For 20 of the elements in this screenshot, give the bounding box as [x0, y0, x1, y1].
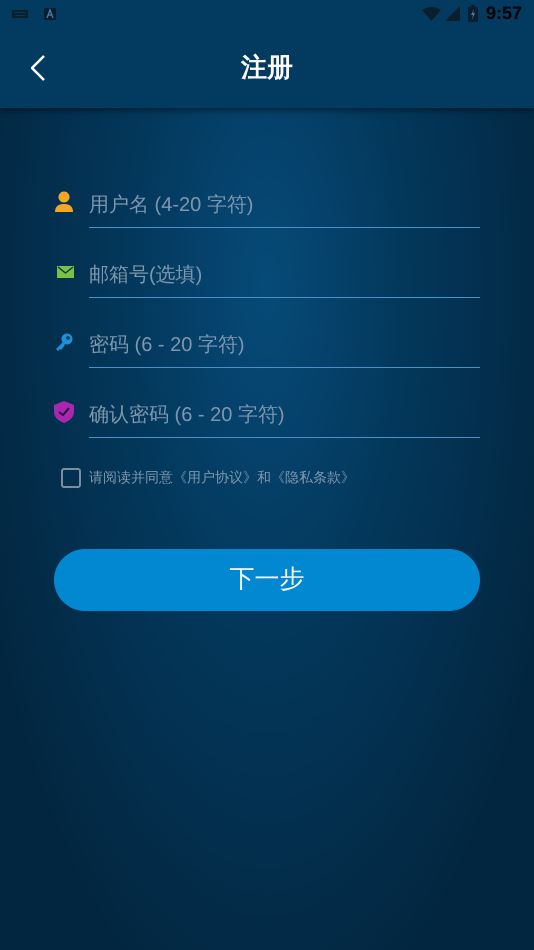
shield-check-icon: [54, 401, 74, 423]
agreement-checkbox[interactable]: [61, 468, 81, 488]
back-icon: [31, 55, 45, 81]
wifi-icon: [422, 6, 441, 20]
text-field[interactable]: 邮箱号(选填): [89, 254, 480, 298]
keyboard-icon: [12, 10, 28, 18]
user-icon: [54, 191, 74, 213]
app-notification-icon: [44, 8, 56, 20]
back-button[interactable]: [28, 53, 48, 83]
status-time: 9:57: [486, 2, 522, 25]
text-field[interactable]: 用户名 (4-20 字符): [89, 184, 480, 228]
page-title: 注册: [241, 51, 293, 84]
envelope-icon: [57, 266, 74, 278]
next-button[interactable]: 下一步: [54, 549, 480, 611]
signal-icon: [444, 6, 460, 21]
key-icon: [54, 332, 74, 352]
text-field[interactable]: 确认密码 (6 - 20 字符): [89, 394, 480, 438]
battery-icon: [468, 5, 478, 22]
agreement-text: 请阅读并同意《用户协议》和《隐私条款》: [89, 468, 355, 487]
text-field[interactable]: 密码 (6 - 20 字符): [89, 324, 480, 368]
